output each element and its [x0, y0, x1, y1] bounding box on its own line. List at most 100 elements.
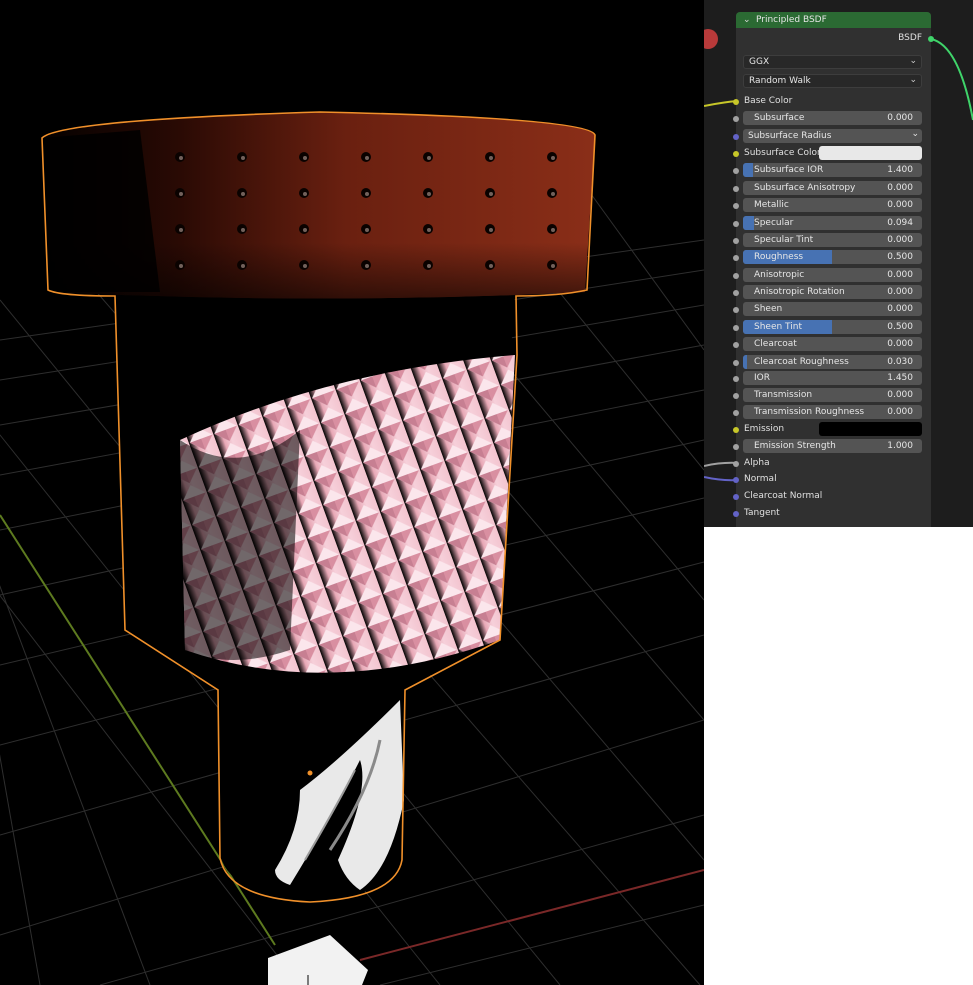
- input-specular-tint[interactable]: Specular Tint 0.000: [733, 232, 931, 249]
- subsurface-color-swatch[interactable]: [819, 146, 922, 160]
- socket-icon[interactable]: [733, 168, 739, 174]
- socket-icon[interactable]: [733, 342, 739, 348]
- roughness-slider[interactable]: Roughness 0.500: [743, 250, 922, 264]
- socket-icon[interactable]: [733, 221, 739, 227]
- socket-icon[interactable]: [733, 186, 739, 192]
- input-roughness[interactable]: Roughness 0.500: [733, 249, 931, 266]
- input-clearcoat-normal[interactable]: Clearcoat Normal: [733, 488, 931, 505]
- socket-icon[interactable]: [733, 360, 739, 366]
- input-specular[interactable]: Specular 0.094: [733, 215, 931, 232]
- subsurface-method-value: Random Walk: [749, 76, 811, 86]
- collapse-chevron-icon[interactable]: ⌄: [743, 12, 751, 28]
- subsurface-ior-slider[interactable]: Subsurface IOR 1.400: [743, 163, 922, 177]
- socket-icon[interactable]: [733, 307, 739, 313]
- subsurface-method-dropdown[interactable]: Random Walk ⌄: [743, 74, 922, 88]
- slider-label: Anisotropic Rotation: [754, 287, 845, 297]
- socket-icon[interactable]: [733, 461, 739, 467]
- input-subsurface-radius[interactable]: Subsurface Radius ⌄: [733, 128, 931, 145]
- subsurface-slider[interactable]: Subsurface 0.000: [743, 111, 922, 125]
- slider-value: 0.000: [887, 407, 913, 417]
- socket-icon[interactable]: [733, 410, 739, 416]
- emission-color-swatch[interactable]: [819, 422, 922, 436]
- input-clearcoat[interactable]: Clearcoat 0.000: [733, 336, 931, 353]
- chevron-down-icon: ⌄: [911, 129, 919, 139]
- slider-label: Metallic: [754, 200, 789, 210]
- slider-label: Subsurface: [754, 113, 805, 123]
- slider-label: Subsurface IOR: [754, 165, 824, 175]
- input-clearcoat-roughness[interactable]: Clearcoat Roughness 0.030: [733, 354, 931, 371]
- socket-icon[interactable]: [733, 477, 739, 483]
- slider-value: 0.000: [887, 200, 913, 210]
- metallic-slider[interactable]: Metallic 0.000: [743, 198, 922, 212]
- anisotropic-slider[interactable]: Anisotropic 0.000: [743, 268, 922, 282]
- slider-value: 0.000: [887, 183, 913, 193]
- distribution-dropdown[interactable]: GGX ⌄: [743, 55, 922, 69]
- input-emission-strength[interactable]: Emission Strength 1.000: [733, 438, 931, 455]
- distribution-row[interactable]: GGX ⌄: [736, 54, 931, 71]
- input-metallic[interactable]: Metallic 0.000: [733, 197, 931, 214]
- input-subsurface[interactable]: Subsurface 0.000: [733, 110, 931, 127]
- input-alpha[interactable]: Alpha: [733, 455, 931, 472]
- socket-icon[interactable]: [733, 444, 739, 450]
- transmission-roughness-slider[interactable]: Transmission Roughness 0.000: [743, 405, 922, 419]
- socket-icon[interactable]: [733, 376, 739, 382]
- slider-value: 1.400: [887, 165, 913, 175]
- subsurface-radius-dropdown[interactable]: Subsurface Radius ⌄: [743, 129, 922, 143]
- socket-icon[interactable]: [733, 99, 739, 105]
- anisotropic-rotation-slider[interactable]: Anisotropic Rotation 0.000: [743, 285, 922, 299]
- input-anisotropic[interactable]: Anisotropic 0.000: [733, 267, 931, 284]
- slider-label: Specular: [754, 218, 794, 228]
- input-label: Normal: [744, 474, 777, 484]
- socket-icon[interactable]: [733, 427, 739, 433]
- node-header[interactable]: ⌄ Principled BSDF: [736, 12, 931, 28]
- socket-icon[interactable]: [733, 273, 739, 279]
- input-subsurface-color[interactable]: Subsurface Color: [733, 145, 931, 162]
- subsurface-method-row[interactable]: Random Walk ⌄: [736, 73, 931, 90]
- slider-label: Subsurface Anisotropy: [754, 183, 856, 193]
- input-transmission-roughness[interactable]: Transmission Roughness 0.000: [733, 404, 931, 421]
- socket-icon[interactable]: [733, 203, 739, 209]
- slider-value: 0.000: [887, 390, 913, 400]
- clearcoat-slider[interactable]: Clearcoat 0.000: [743, 337, 922, 351]
- socket-icon[interactable]: [733, 511, 739, 517]
- input-transmission[interactable]: Transmission 0.000: [733, 387, 931, 404]
- input-normal[interactable]: Normal: [733, 471, 931, 488]
- viewport-render: [0, 111, 704, 985]
- slider-label: Roughness: [754, 252, 804, 262]
- input-subsurface-anisotropy[interactable]: Subsurface Anisotropy 0.000: [733, 180, 931, 197]
- 3d-viewport[interactable]: [0, 0, 704, 985]
- input-subsurface-ior[interactable]: Subsurface IOR 1.400: [733, 162, 931, 179]
- input-tangent[interactable]: Tangent: [733, 505, 931, 522]
- output-socket-icon[interactable]: [928, 36, 934, 42]
- socket-icon[interactable]: [733, 290, 739, 296]
- sheen-tint-slider[interactable]: Sheen Tint 0.500: [743, 320, 922, 334]
- slider-label: Transmission: [754, 390, 813, 400]
- slider-value: 0.000: [887, 304, 913, 314]
- chevron-down-icon: ⌄: [909, 56, 917, 66]
- input-emission[interactable]: Emission: [733, 421, 931, 438]
- distribution-value: GGX: [749, 57, 770, 67]
- input-base-color[interactable]: Base Color: [733, 93, 931, 110]
- socket-icon[interactable]: [733, 494, 739, 500]
- subsurface-anisotropy-slider[interactable]: Subsurface Anisotropy 0.000: [743, 181, 922, 195]
- emission-strength-slider[interactable]: Emission Strength 1.000: [743, 439, 922, 453]
- socket-icon[interactable]: [733, 116, 739, 122]
- input-anisotropic-rotation[interactable]: Anisotropic Rotation 0.000: [733, 284, 931, 301]
- socket-icon[interactable]: [733, 255, 739, 261]
- light-object[interactable]: [268, 935, 368, 985]
- clearcoat-roughness-slider[interactable]: Clearcoat Roughness 0.030: [743, 355, 922, 369]
- socket-icon[interactable]: [733, 325, 739, 331]
- sheen-slider[interactable]: Sheen 0.000: [743, 302, 922, 316]
- output-bsdf: BSDF: [736, 30, 934, 47]
- specular-slider[interactable]: Specular 0.094: [743, 216, 922, 230]
- ior-slider[interactable]: IOR 1.450: [743, 371, 922, 385]
- transmission-slider[interactable]: Transmission 0.000: [743, 388, 922, 402]
- input-ior[interactable]: IOR 1.450: [733, 370, 931, 387]
- input-sheen[interactable]: Sheen 0.000: [733, 301, 931, 318]
- socket-icon[interactable]: [733, 393, 739, 399]
- socket-icon[interactable]: [733, 134, 739, 140]
- socket-icon[interactable]: [733, 238, 739, 244]
- input-sheen-tint[interactable]: Sheen Tint 0.500: [733, 319, 931, 336]
- socket-icon[interactable]: [733, 151, 739, 157]
- specular-tint-slider[interactable]: Specular Tint 0.000: [743, 233, 922, 247]
